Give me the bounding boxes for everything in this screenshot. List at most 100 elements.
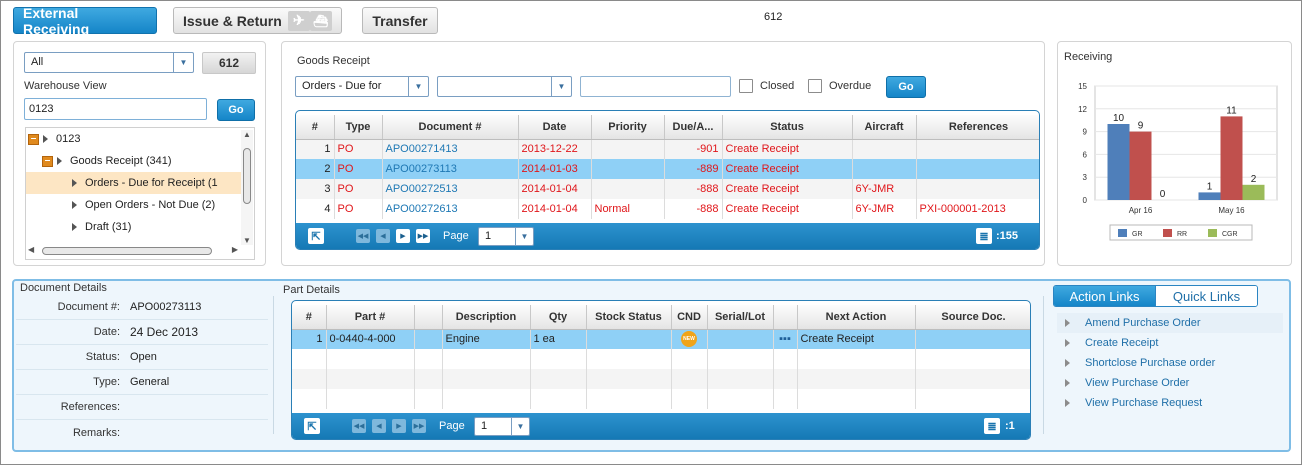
tab-action-links[interactable]: Action Links — [1054, 286, 1155, 306]
next-page-icon[interactable]: ▶ — [396, 229, 410, 243]
row-aircraft: 6Y-JMR — [852, 179, 917, 199]
export-icon[interactable]: ⇱ — [304, 418, 320, 434]
column-header[interactable]: Date — [518, 115, 592, 140]
row-condition: NEW — [671, 329, 708, 349]
column-header[interactable]: Due/A... — [664, 115, 723, 140]
collapse-icon[interactable]: – — [28, 133, 39, 145]
first-page-icon[interactable]: ◀◀ — [356, 229, 370, 243]
tree-item-draft[interactable]: Draft (31) — [26, 216, 244, 238]
column-header[interactable]: Part # — [326, 305, 415, 330]
column-header[interactable] — [414, 305, 443, 330]
link-amend-purchase-order[interactable]: Amend Purchase Order — [1057, 313, 1283, 333]
caret-right-icon — [72, 201, 77, 210]
column-header[interactable]: # — [292, 305, 327, 330]
column-header[interactable]: Description — [442, 305, 531, 330]
column-header[interactable]: CND — [671, 305, 708, 330]
column-header[interactable]: Source Doc. — [915, 305, 1030, 330]
row-document-link[interactable]: APO00273113 — [382, 159, 519, 179]
link-view-purchase-request[interactable]: View Purchase Request — [1057, 393, 1283, 413]
scroll-thumb[interactable] — [243, 148, 251, 204]
column-header[interactable]: Document # — [382, 115, 519, 140]
orders-filter-select[interactable]: Orders - Due for ▼ — [295, 76, 429, 97]
data-label: 11 — [1226, 105, 1237, 116]
row-document-link[interactable]: APO00271413 — [382, 139, 519, 159]
row-due: -888 — [664, 179, 723, 199]
goods-receipt-go-button[interactable]: Go — [886, 76, 926, 98]
scroll-thumb[interactable] — [42, 247, 212, 255]
warehouse-filter-select[interactable]: All ▼ — [24, 52, 194, 73]
table-row[interactable]: 3 PO APO00272513 2014-01-04 -888 Create … — [296, 179, 1039, 199]
column-header[interactable]: Aircraft — [852, 115, 917, 140]
tab-quick-links[interactable]: Quick Links — [1155, 286, 1257, 306]
first-page-icon[interactable]: ◀◀ — [352, 419, 366, 433]
tree-item-open-orders[interactable]: Open Orders - Not Due (2) — [26, 194, 244, 216]
table-row[interactable]: 2 PO APO00273113 2014-01-03 -889 Create … — [296, 159, 1039, 179]
last-page-icon[interactable]: ▶▶ — [416, 229, 430, 243]
page-select[interactable]: 1 ▼ — [478, 227, 534, 246]
chevron-down-icon: ▼ — [551, 77, 571, 96]
link-view-purchase-order[interactable]: View Purchase Order — [1057, 373, 1283, 393]
prev-page-icon[interactable]: ◀ — [376, 229, 390, 243]
part-details-table: # Part # Description Qty Stock Status CN… — [292, 305, 1030, 409]
column-header[interactable]: Priority — [591, 115, 665, 140]
table-row[interactable]: 4 PO APO00272613 2014-01-04 Normal -888 … — [296, 199, 1039, 219]
row-document-link[interactable]: APO00272513 — [382, 179, 519, 199]
list-icon[interactable]: ≣ — [976, 228, 992, 244]
column-header[interactable]: References — [916, 115, 1039, 140]
detail-key: References: — [60, 401, 120, 413]
tab-transfer[interactable]: Transfer — [362, 7, 438, 34]
row-aircraft: 6Y-JMR — [852, 199, 917, 219]
scroll-down-icon[interactable]: ▼ — [243, 236, 251, 245]
warehouse-go-button[interactable]: Go — [217, 99, 255, 121]
tab-issue-return[interactable]: Issue & Return ✈ ⛴ — [173, 7, 342, 34]
row-empty-cell — [414, 329, 443, 349]
column-header[interactable]: # — [296, 115, 335, 140]
caret-right-icon — [72, 179, 77, 188]
page-label: Page — [439, 420, 465, 432]
column-header[interactable] — [773, 305, 798, 330]
tab-external-receiving[interactable]: External Receiving — [13, 5, 157, 37]
secondary-filter-select[interactable]: ▼ — [437, 76, 572, 97]
table-row[interactable]: 1 0-0440-4-000 Engine 1 ea NEW ▪▪▪ Creat… — [292, 329, 1030, 349]
tree-item-goods-receipt[interactable]: – Goods Receipt (341) — [26, 150, 244, 172]
tree-horizontal-scrollbar[interactable]: ◀ ▶ — [28, 245, 238, 257]
goods-receipt-search-input[interactable] — [580, 76, 731, 97]
warehouse-search-input[interactable]: 0123 — [24, 98, 207, 120]
link-label: Amend Purchase Order — [1085, 317, 1201, 329]
prev-page-icon[interactable]: ◀ — [372, 419, 386, 433]
more-options-icon[interactable]: ▪▪▪ — [773, 329, 798, 349]
column-header[interactable]: Stock Status — [586, 305, 672, 330]
table-row[interactable]: 1 PO APO00271413 2013-12-22 -901 Create … — [296, 139, 1039, 159]
next-page-icon[interactable]: ▶ — [392, 419, 406, 433]
last-page-icon[interactable]: ▶▶ — [412, 419, 426, 433]
warehouse-tree: –0123 – Goods Receipt (341) Orders - Due … — [25, 127, 255, 260]
column-header[interactable]: Qty — [530, 305, 587, 330]
scroll-left-icon[interactable]: ◀ — [28, 245, 34, 254]
detail-value: General — [130, 376, 170, 388]
collapse-icon[interactable]: – — [42, 155, 53, 167]
tab-issue-return-label: Issue & Return — [183, 12, 282, 29]
closed-checkbox[interactable] — [739, 79, 753, 93]
arrow-right-icon — [1065, 359, 1070, 367]
tree-item-orders-due[interactable]: Orders - Due for Receipt (1 — [26, 172, 244, 194]
arrow-right-icon — [1065, 339, 1070, 347]
tree-vertical-scrollbar[interactable]: ▲ ▼ — [241, 130, 253, 245]
link-shortclose-purchase-order[interactable]: Shortclose Purchase order — [1057, 353, 1283, 373]
overdue-checkbox[interactable] — [808, 79, 822, 93]
column-header[interactable]: Serial/Lot — [707, 305, 774, 330]
detail-row-remarks: Remarks: — [16, 421, 268, 446]
row-document-link[interactable]: APO00272613 — [382, 199, 519, 219]
list-icon[interactable]: ≣ — [984, 418, 1000, 434]
row-number: 3 — [296, 179, 335, 199]
row-priority — [591, 179, 665, 199]
link-create-receipt[interactable]: Create Receipt — [1057, 333, 1283, 353]
column-header[interactable]: Type — [334, 115, 383, 140]
tree-item-root[interactable]: – 0123 — [26, 128, 244, 150]
page-select[interactable]: 1 ▼ — [474, 417, 530, 436]
row-status: Create Receipt — [722, 199, 853, 219]
export-icon[interactable]: ⇱ — [308, 228, 324, 244]
scroll-right-icon[interactable]: ▶ — [232, 245, 238, 254]
column-header[interactable]: Status — [722, 115, 853, 140]
column-header[interactable]: Next Action — [797, 305, 916, 330]
scroll-up-icon[interactable]: ▲ — [243, 130, 251, 139]
